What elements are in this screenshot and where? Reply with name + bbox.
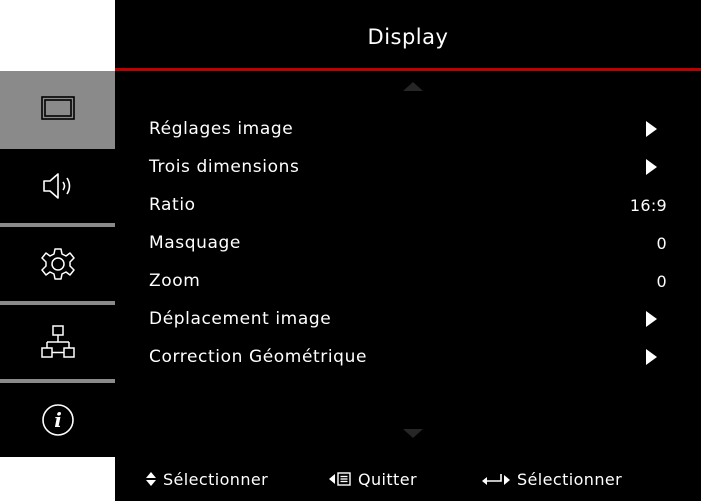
footer-hints: Sélectionner Quitter Sélectionner [115,457,701,501]
menu-item-ratio[interactable]: Ratio 16:9 [149,186,667,224]
menu-item-trois-dimensions[interactable]: Trois dimensions [149,148,667,186]
sidebar-item-settings[interactable] [0,227,115,301]
menu-panel: Réglages image Trois dimensions Ratio 16… [115,71,701,457]
menu-item-label: Zoom [149,271,201,291]
menu-item-label: Déplacement image [149,309,332,329]
menu-item-value: 16:9 [629,195,667,215]
menu-item-reglages-image[interactable]: Réglages image [149,110,667,148]
hint-label: Quitter [358,469,417,489]
svg-text:i: i [54,408,62,432]
scroll-down-icon[interactable] [403,429,423,438]
sidebar-item-network[interactable] [0,305,115,379]
menu-item-label: Correction Géométrique [149,347,368,367]
menu-item-label: Masquage [149,233,241,253]
page-title: Display [367,25,449,49]
menu-item-value: 0 [656,233,667,253]
submenu-arrow-icon [646,311,657,327]
sidebar-item-audio[interactable] [0,149,115,223]
osd-menu: i Display Réglages image Trois dimension… [0,0,701,501]
menu-item-label: Ratio [149,195,196,215]
submenu-arrow-icon [646,159,657,175]
menu-header: Display [115,0,701,68]
speaker-icon [42,173,70,199]
hint-select-enter: Sélectionner [481,457,622,501]
info-icon: i [41,404,74,436]
sidebar-item-info[interactable]: i [0,383,115,457]
sidebar-item-display[interactable] [0,71,115,145]
updown-arrow-icon [146,472,156,486]
submenu-arrow-icon [646,121,657,137]
hint-select-updown: Sélectionner [145,457,268,501]
menu-item-masquage[interactable]: Masquage 0 [149,224,667,262]
scroll-up-icon[interactable] [403,82,423,91]
menu-item-correction-geometrique[interactable]: Correction Géométrique [149,338,667,376]
menu-back-icon [329,472,351,486]
submenu-arrow-icon [646,349,657,365]
enter-arrow-icon [482,474,510,485]
hint-label: Sélectionner [163,469,269,489]
menu-item-zoom[interactable]: Zoom 0 [149,262,667,300]
menu-item-deplacement-image[interactable]: Déplacement image [149,300,667,338]
sidebar: i [0,71,115,457]
menu-item-label: Réglages image [149,119,294,139]
hint-quit: Quitter [328,457,417,501]
hint-label: Sélectionner [517,469,623,489]
network-icon [40,325,75,358]
menu-item-label: Trois dimensions [149,157,300,177]
menu-item-value: 0 [656,271,667,291]
gear-icon [40,248,75,280]
display-icon [40,96,75,120]
